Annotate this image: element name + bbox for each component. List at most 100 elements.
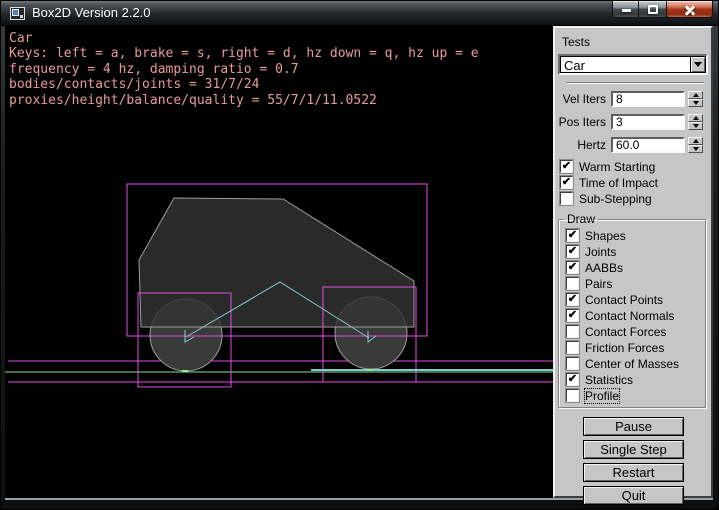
- statistics-checkbox[interactable]: ✔: [566, 373, 579, 386]
- right-contact-point: [367, 369, 373, 371]
- sub-stepping-checkbox[interactable]: [560, 192, 573, 205]
- tests-dropdown-field[interactable]: Car: [560, 56, 706, 73]
- tests-dropdown-arrow[interactable]: [690, 57, 705, 72]
- vel-iters-row: Vel Iters: [555, 91, 711, 107]
- action-buttons: Pause Single Step Restart Quit: [555, 417, 711, 505]
- center-of-masses-label: Center of Masses: [585, 357, 679, 371]
- checkbox-joints[interactable]: ✔ Joints: [566, 245, 705, 258]
- checkbox-sub-stepping[interactable]: Sub-Stepping: [560, 192, 711, 205]
- shapes-checkbox[interactable]: ✔: [566, 229, 579, 242]
- aabbs-checkbox[interactable]: ✔: [566, 261, 579, 274]
- contact-normals-checkbox[interactable]: ✔: [566, 309, 579, 322]
- chevron-down-icon: [694, 62, 702, 67]
- single-step-button[interactable]: Single Step: [583, 440, 684, 459]
- checkbox-time-of-impact[interactable]: ✔ Time of Impact: [560, 176, 711, 189]
- vel-iters-up-button[interactable]: [688, 91, 703, 99]
- close-button[interactable]: [667, 1, 713, 18]
- shapes-label: Shapes: [585, 229, 626, 243]
- pairs-checkbox[interactable]: [566, 277, 579, 290]
- checkbox-contact-forces[interactable]: Contact Forces: [566, 325, 705, 338]
- warm-starting-label: Warm Starting: [579, 160, 655, 174]
- hertz-label: Hertz: [555, 138, 611, 152]
- window-controls: [612, 1, 713, 18]
- warm-starting-checkbox[interactable]: ✔: [560, 160, 573, 173]
- draw-group: Draw ✔ Shapes ✔ Joints ✔ AABBs Pairs: [558, 212, 706, 408]
- contact-points-label: Contact Points: [585, 293, 663, 307]
- proxies-stats-text: proxies/height/balance/quality = 55/7/1/…: [9, 93, 479, 108]
- pos-iters-stepper: [688, 114, 703, 130]
- hertz-stepper: [688, 137, 703, 153]
- arrow-down-icon: [693, 147, 699, 151]
- restart-button[interactable]: Restart: [583, 463, 684, 482]
- checkbox-warm-starting[interactable]: ✔ Warm Starting: [560, 160, 711, 173]
- maximize-icon: [648, 5, 658, 14]
- hertz-input[interactable]: [611, 137, 685, 153]
- debug-text-overlay: Car Keys: left = a, brake = s, right = d…: [9, 31, 479, 108]
- app-window: Box2D Version 2.2.0: [0, 0, 719, 510]
- vel-iters-stepper: [688, 91, 703, 107]
- hertz-down-button[interactable]: [688, 145, 703, 153]
- frequency-text: frequency = 4 hz, damping ratio = 0.7: [9, 62, 479, 77]
- window-title: Box2D Version 2.2.0: [32, 1, 151, 25]
- left-contact-point: [182, 370, 188, 372]
- separator: [566, 82, 704, 84]
- arrow-up-icon: [693, 116, 699, 120]
- friction-forces-checkbox[interactable]: [566, 341, 579, 354]
- friction-forces-label: Friction Forces: [585, 341, 664, 355]
- client-area: Car Keys: left = a, brake = s, right = d…: [5, 26, 713, 500]
- tests-label: Tests: [562, 35, 711, 49]
- profile-label: Profile: [585, 389, 619, 403]
- tests-dropdown-value: Car: [561, 57, 690, 72]
- pos-iters-up-button[interactable]: [688, 114, 703, 122]
- arrow-up-icon: [693, 139, 699, 143]
- simulation-canvas[interactable]: Car Keys: left = a, brake = s, right = d…: [5, 26, 553, 498]
- test-title-text: Car: [9, 31, 479, 46]
- arrow-down-icon: [693, 124, 699, 128]
- tests-dropdown[interactable]: Car: [558, 54, 708, 75]
- app-icon-dot: [20, 15, 23, 18]
- app-icon[interactable]: [10, 7, 25, 20]
- sub-stepping-label: Sub-Stepping: [579, 192, 652, 206]
- arrow-down-icon: [693, 101, 699, 105]
- checkbox-center-of-masses[interactable]: Center of Masses: [566, 357, 705, 370]
- hertz-row: Hertz: [555, 137, 711, 153]
- hertz-up-button[interactable]: [688, 137, 703, 145]
- bodies-stats-text: bodies/contacts/joints = 31/7/24: [9, 77, 479, 92]
- center-of-masses-checkbox[interactable]: [566, 357, 579, 370]
- vel-iters-input[interactable]: [611, 91, 685, 107]
- profile-checkbox[interactable]: [566, 389, 579, 402]
- pairs-label: Pairs: [585, 277, 612, 291]
- time-of-impact-checkbox[interactable]: ✔: [560, 176, 573, 189]
- control-panel: Tests Car Vel Iters Pos Iters: [553, 26, 713, 498]
- aabbs-label: AABBs: [585, 261, 623, 275]
- checkbox-profile[interactable]: Profile: [566, 389, 705, 402]
- joints-label: Joints: [585, 245, 616, 259]
- minimize-icon: [622, 9, 631, 12]
- contact-forces-checkbox[interactable]: [566, 325, 579, 338]
- checkbox-pairs[interactable]: Pairs: [566, 277, 705, 290]
- checkbox-friction-forces[interactable]: Friction Forces: [566, 341, 705, 354]
- quit-button[interactable]: Quit: [583, 486, 684, 505]
- joints-checkbox[interactable]: ✔: [566, 245, 579, 258]
- minimize-button[interactable]: [612, 1, 639, 18]
- pos-iters-down-button[interactable]: [688, 122, 703, 130]
- checkbox-aabbs[interactable]: ✔ AABBs: [566, 261, 705, 274]
- car-chassis: [139, 198, 414, 327]
- checkbox-contact-normals[interactable]: ✔ Contact Normals: [566, 309, 705, 322]
- checkbox-contact-points[interactable]: ✔ Contact Points: [566, 293, 705, 306]
- contact-points-checkbox[interactable]: ✔: [566, 293, 579, 306]
- checkbox-shapes[interactable]: ✔ Shapes: [566, 229, 705, 242]
- title-bar[interactable]: Box2D Version 2.2.0: [1, 1, 718, 26]
- vel-iters-down-button[interactable]: [688, 99, 703, 107]
- contact-forces-label: Contact Forces: [585, 325, 666, 339]
- pause-button[interactable]: Pause: [583, 417, 684, 436]
- arrow-up-icon: [693, 93, 699, 97]
- vel-iters-label: Vel Iters: [555, 92, 611, 106]
- maximize-button[interactable]: [639, 1, 667, 18]
- contact-normals-label: Contact Normals: [585, 309, 674, 323]
- app-icon-pane: [12, 9, 19, 16]
- pos-iters-input[interactable]: [611, 114, 685, 130]
- time-of-impact-label: Time of Impact: [579, 176, 658, 190]
- pos-iters-label: Pos Iters: [555, 115, 611, 129]
- checkbox-statistics[interactable]: ✔ Statistics: [566, 373, 705, 386]
